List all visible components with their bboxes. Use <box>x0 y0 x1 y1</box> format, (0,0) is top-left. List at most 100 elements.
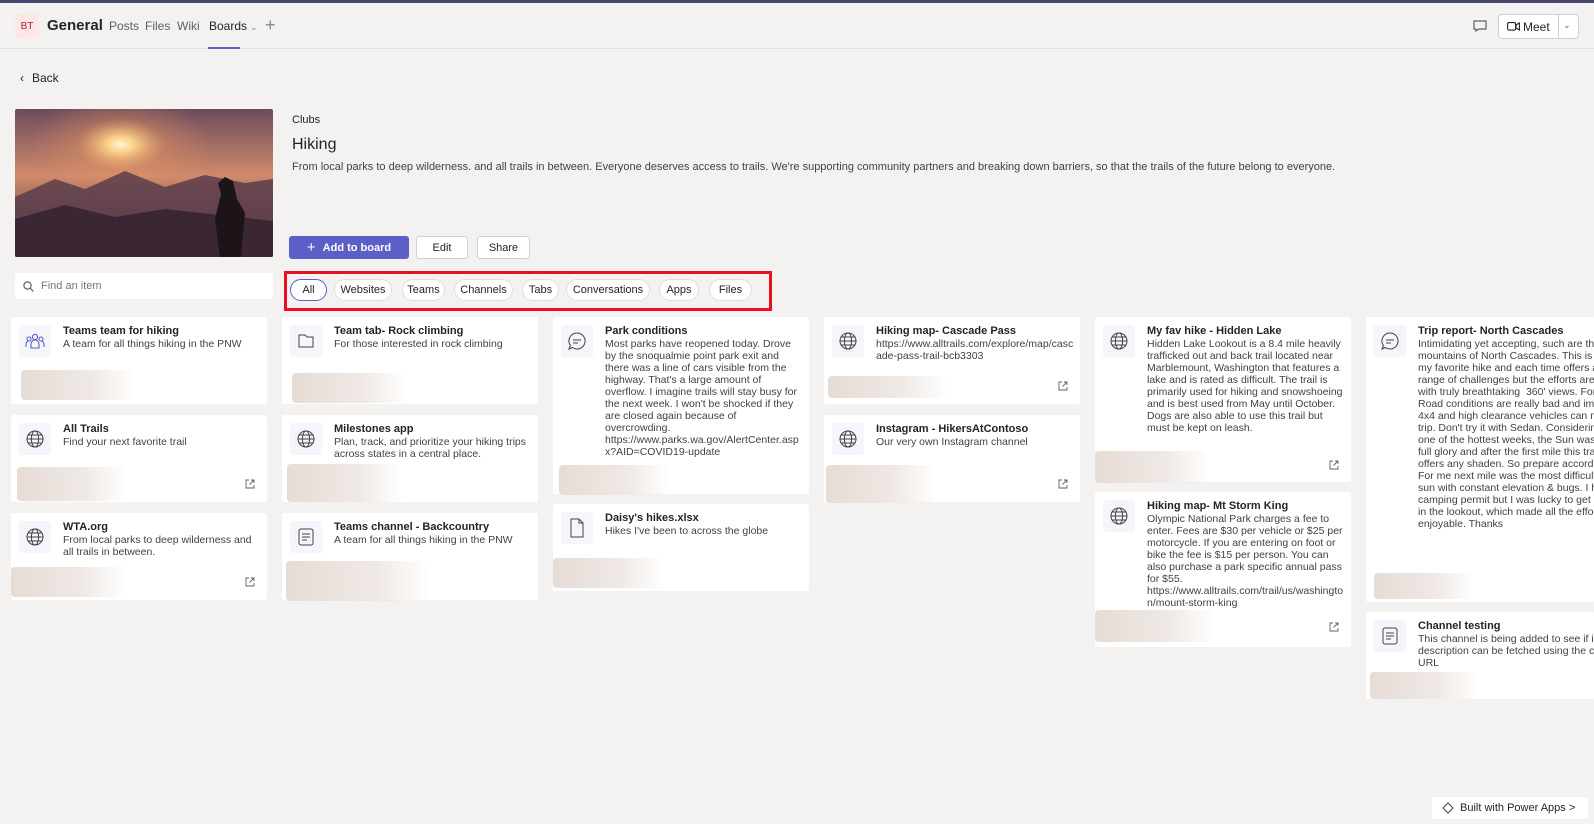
club-description: From local parks to deep wilderness. and… <box>292 161 1336 173</box>
thumbnail-placeholder <box>828 376 948 398</box>
power-apps-icon <box>1442 802 1454 814</box>
filter-tabs[interactable]: Tabs <box>522 279 559 301</box>
card-title: Team tab- Rock climbing <box>334 325 464 337</box>
filter-apps[interactable]: Apps <box>659 279 699 301</box>
card-title: WTA.org <box>63 521 109 533</box>
thumbnail-placeholder <box>286 561 431 601</box>
filter-teams[interactable]: Teams <box>402 279 445 301</box>
board-cover-image <box>15 109 273 257</box>
open-external-icon[interactable] <box>245 479 255 489</box>
card-title: Hiking map- Cascade Pass <box>876 325 1017 337</box>
channel-header: BT General Posts Files Wiki Boards ⌄ + Me… <box>0 3 1594 49</box>
globe-icon <box>1103 500 1135 532</box>
board-card-north-cascades[interactable]: Trip report- North Cascades Intimidating… <box>1366 317 1594 602</box>
board-card-channel-testing[interactable]: Channel testing This channel is being ad… <box>1366 612 1594 699</box>
card-title: Teams team for hiking <box>63 325 179 337</box>
board-card-park-conditions[interactable]: Park conditions Most parks have reopened… <box>553 317 809 495</box>
filter-files[interactable]: Files <box>709 279 752 301</box>
video-camera-icon <box>1507 22 1520 31</box>
card-title: Teams channel - Backcountry <box>334 521 490 533</box>
open-external-icon[interactable] <box>245 577 255 587</box>
board-card-backcountry[interactable]: Teams channel - Backcountry A team for a… <box>282 513 538 601</box>
chevron-left-icon: ‹ <box>20 71 24 85</box>
thumbnail-placeholder <box>11 567 126 597</box>
globe-icon <box>832 325 864 357</box>
board-card-cascade-pass[interactable]: Hiking map- Cascade Pass https://www.all… <box>824 317 1080 404</box>
globe-icon <box>290 423 322 455</box>
share-button[interactable]: Share <box>477 236 530 259</box>
thumbnail-placeholder <box>287 464 402 502</box>
conversation-icon <box>1374 325 1406 357</box>
edit-button[interactable]: Edit <box>416 236 468 259</box>
back-link[interactable]: ‹ Back <box>20 71 59 85</box>
open-external-icon[interactable] <box>1058 381 1068 391</box>
thumbnail-placeholder <box>1095 451 1210 483</box>
find-item-search <box>15 273 273 299</box>
card-title: All Trails <box>63 423 109 435</box>
board-card-rock-climbing[interactable]: Team tab- Rock climbing For those intere… <box>282 317 538 404</box>
built-with-power-apps-link[interactable]: Built with Power Apps > <box>1432 797 1588 819</box>
search-icon <box>23 281 34 292</box>
active-tab-indicator <box>208 47 240 49</box>
board-card-milestones[interactable]: Milestones app Plan, track, and prioriti… <box>282 415 538 502</box>
tab-files[interactable]: Files <box>145 19 170 33</box>
thumbnail-placeholder <box>559 465 669 495</box>
tab-posts[interactable]: Posts <box>109 19 139 33</box>
card-title: Instagram - HikersAtContoso <box>876 423 1029 435</box>
card-description: A team for all things hiking in the PNW <box>334 534 513 546</box>
thumbnail-placeholder <box>292 373 407 403</box>
open-external-icon[interactable] <box>1329 460 1339 470</box>
board-card-all-trails[interactable]: All Trails Find your next favorite trail <box>11 415 267 502</box>
tab-boards[interactable]: Boards ⌄ <box>209 19 258 33</box>
tab-boards-label: Boards <box>209 19 248 33</box>
card-title: Daisy's hikes.xlsx <box>605 512 699 524</box>
card-title: My fav hike - Hidden Lake <box>1147 325 1282 337</box>
board-card-instagram[interactable]: Instagram - HikersAtContoso Our very own… <box>824 415 1080 503</box>
thumbnail-placeholder <box>21 370 136 400</box>
power-apps-label: Built with Power Apps > <box>1460 802 1576 814</box>
card-description: From local parks to deep wilderness and … <box>63 534 255 558</box>
add-to-board-button[interactable]: + Add to board <box>289 236 409 259</box>
card-description: Olympic National Park charges a fee to e… <box>1147 513 1346 609</box>
conversation-icon[interactable] <box>1473 20 1487 32</box>
card-description: This channel is being added to see if it… <box>1418 633 1594 669</box>
club-name: Hiking <box>292 136 337 153</box>
conversation-icon <box>561 325 593 357</box>
card-title: Hiking map- Mt Storm King <box>1147 500 1289 512</box>
team-avatar[interactable]: BT <box>15 14 39 38</box>
card-description: Our very own Instagram channel <box>876 436 1028 448</box>
thumbnail-placeholder <box>1370 672 1480 699</box>
board-card-mt-storm-king[interactable]: Hiking map- Mt Storm King Olympic Nation… <box>1095 492 1351 647</box>
channel-icon <box>1374 620 1406 652</box>
card-description: Plan, track, and prioritize your hiking … <box>334 436 529 460</box>
thumbnail-placeholder <box>826 465 936 503</box>
add-tab-icon[interactable]: + <box>265 15 276 36</box>
meet-label: Meet <box>1523 20 1550 34</box>
board-card-hidden-lake[interactable]: My fav hike - Hidden Lake Hidden Lake Lo… <box>1095 317 1351 483</box>
globe-icon <box>832 423 864 455</box>
globe-icon <box>19 521 51 553</box>
open-external-icon[interactable] <box>1058 479 1068 489</box>
meet-button[interactable]: Meet ⌄ <box>1498 14 1579 39</box>
card-title: Trip report- North Cascades <box>1418 325 1564 337</box>
club-category: Clubs <box>292 114 321 126</box>
board-card-daisys-hikes[interactable]: Daisy's hikes.xlsx Hikes I've been to ac… <box>553 504 809 591</box>
filter-conversations[interactable]: Conversations <box>566 279 650 301</box>
back-label: Back <box>32 71 59 85</box>
thumbnail-placeholder <box>1095 610 1215 642</box>
card-description: Most parks have reopened today. Drove by… <box>605 338 800 458</box>
open-external-icon[interactable] <box>1329 622 1339 632</box>
board-card-teams-hiking[interactable]: Teams team for hiking A team for all thi… <box>11 317 267 404</box>
filter-websites[interactable]: Websites <box>334 279 392 301</box>
team-icon <box>19 325 51 357</box>
tab-wiki[interactable]: Wiki <box>177 19 200 33</box>
search-input[interactable] <box>39 273 267 299</box>
thumbnail-placeholder <box>1374 573 1474 599</box>
meet-divider <box>1558 15 1559 38</box>
filter-all[interactable]: All <box>290 279 327 301</box>
filter-channels[interactable]: Channels <box>454 279 513 301</box>
board-card-wta[interactable]: WTA.org From local parks to deep wildern… <box>11 513 267 600</box>
file-icon <box>561 512 593 544</box>
chevron-down-icon: ⌄ <box>250 22 258 32</box>
chevron-down-icon[interactable]: ⌄ <box>1563 20 1571 31</box>
